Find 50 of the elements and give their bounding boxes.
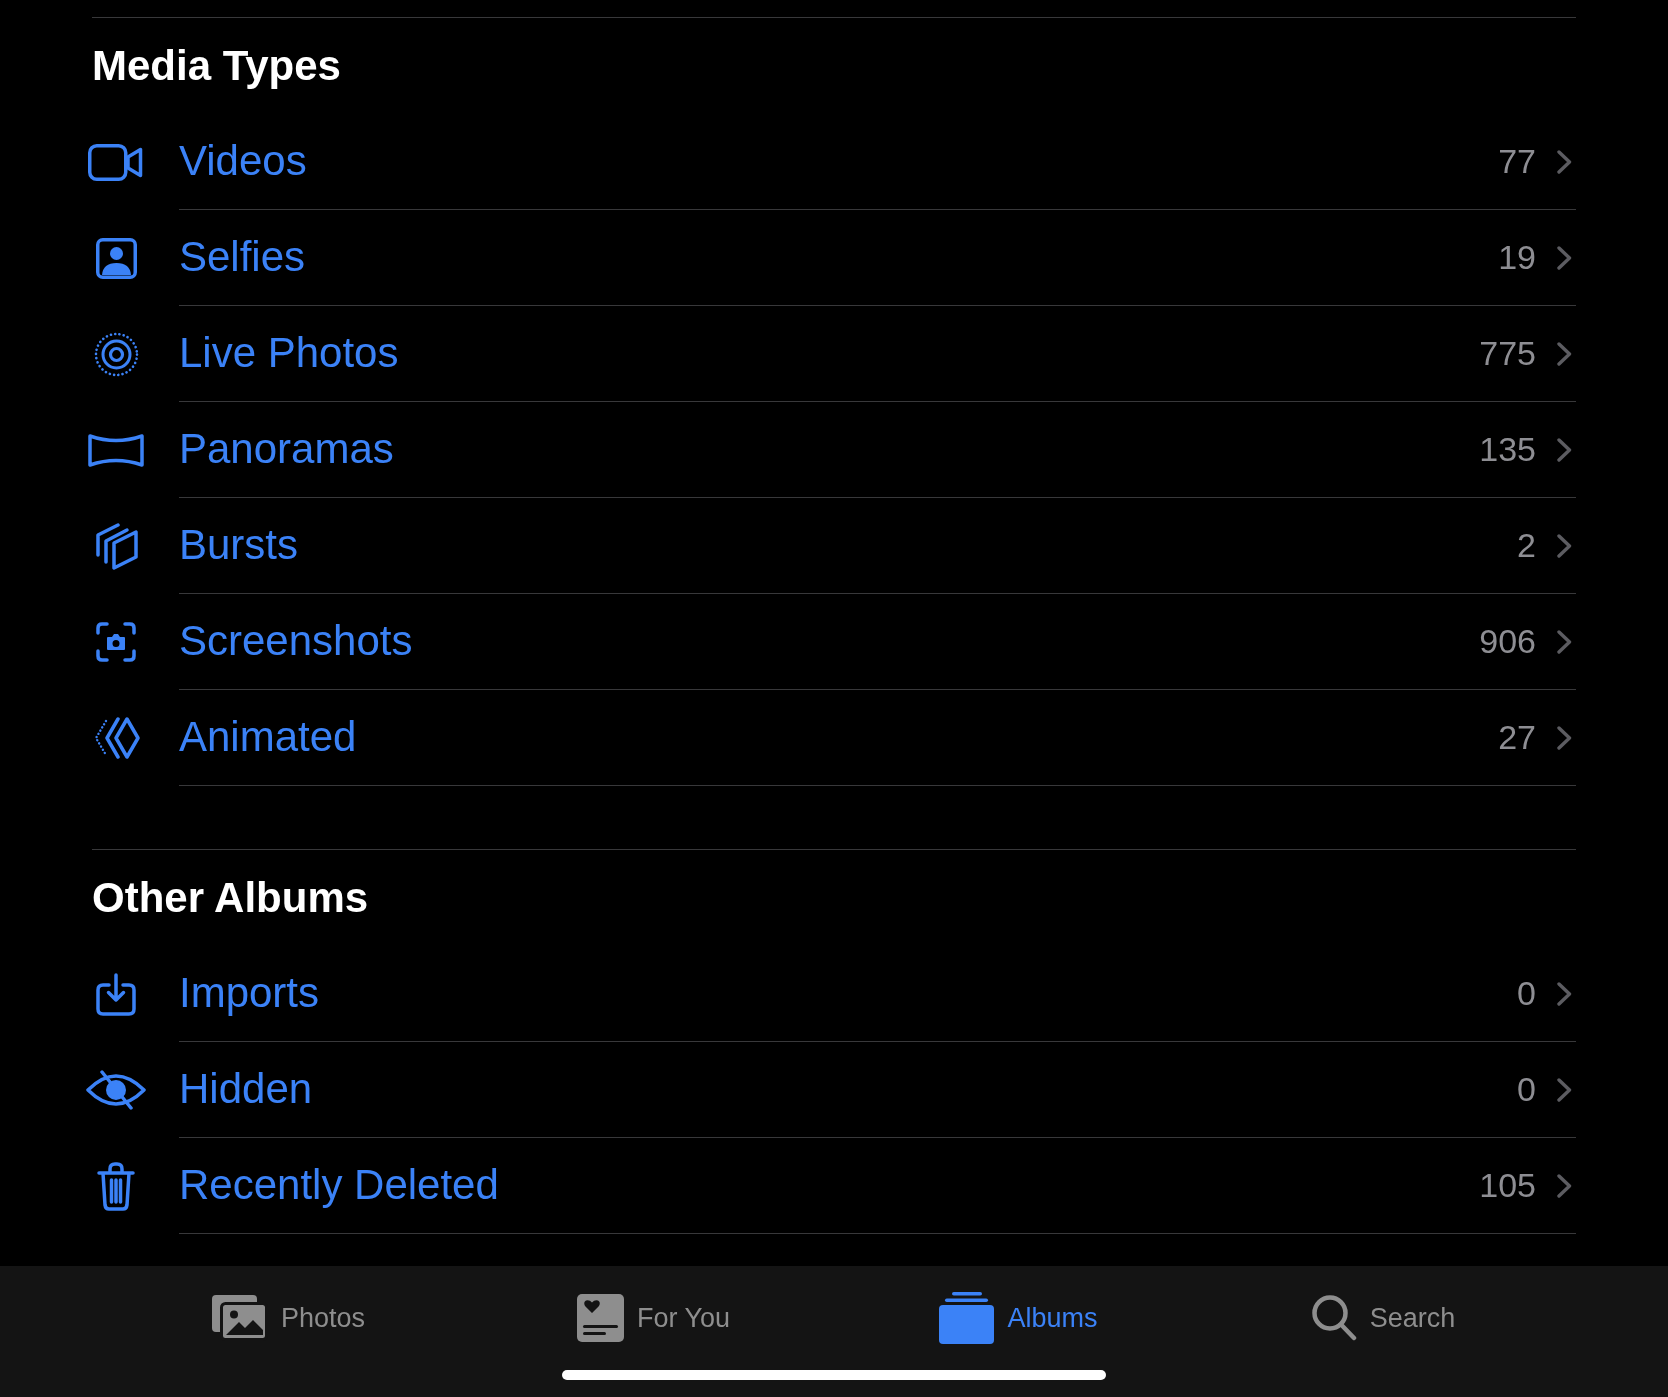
chevron-icon [1557, 533, 1572, 558]
album-title[interactable]: Videos [179, 137, 307, 186]
tab[interactable]: Photos [211, 1295, 366, 1341]
tab[interactable]: Search [1311, 1295, 1456, 1341]
panorama-icon [88, 431, 144, 469]
item-count: 2 [1517, 525, 1536, 566]
stacked-frames-icon [93, 522, 139, 570]
item-count: 77 [1498, 141, 1536, 182]
search-icon [1311, 1295, 1357, 1341]
chevron-icon [1557, 725, 1572, 750]
heart-card-icon [576, 1294, 624, 1342]
item-count: 775 [1479, 333, 1536, 374]
chevron-icon [1557, 245, 1572, 270]
album-title[interactable]: Animated [179, 713, 357, 762]
trash-icon [97, 1161, 135, 1211]
item-count: 906 [1479, 621, 1536, 662]
item-count: 0 [1517, 1069, 1536, 1110]
chevron-icon [1557, 1077, 1572, 1102]
video-camera-icon [88, 143, 144, 181]
item-count: 0 [1517, 973, 1536, 1014]
chevron-icon [1557, 629, 1572, 654]
album-stack-icon [939, 1292, 995, 1344]
album-title[interactable]: Panoramas [179, 425, 394, 474]
item-count: 135 [1479, 429, 1536, 470]
chevron-icon [1557, 1173, 1572, 1198]
crossed-eye-icon [86, 1070, 146, 1110]
camera-viewfinder-icon [96, 622, 136, 662]
concentric-circles-icon [93, 331, 139, 377]
item-count: 19 [1498, 237, 1536, 278]
item-count: 105 [1479, 1165, 1536, 1206]
album-title[interactable]: Live Photos [179, 329, 399, 378]
album-title[interactable]: Screenshots [179, 617, 413, 666]
chevron-icon [1557, 341, 1572, 366]
chevron-icon [1557, 981, 1572, 1006]
section-header: Media Types [92, 41, 341, 91]
section-header: Other Albums [92, 873, 369, 923]
album-title[interactable]: Recently Deleted [179, 1161, 499, 1210]
layered-diamond-icon [92, 717, 140, 759]
chevron-icon [1557, 437, 1572, 462]
person-portrait-icon [95, 237, 137, 279]
album-title[interactable]: Imports [179, 969, 320, 1018]
album-title[interactable]: Bursts [179, 521, 299, 570]
item-count: 27 [1498, 717, 1536, 758]
chevron-icon [1557, 149, 1572, 174]
album-title[interactable]: Hidden [179, 1065, 313, 1114]
arrow-into-box-icon [96, 972, 136, 1016]
photo-stack-icon [211, 1295, 268, 1341]
tab[interactable]: For You [576, 1294, 731, 1342]
album-title[interactable]: Selfies [179, 233, 306, 282]
tab[interactable]: Albums [939, 1292, 1098, 1344]
